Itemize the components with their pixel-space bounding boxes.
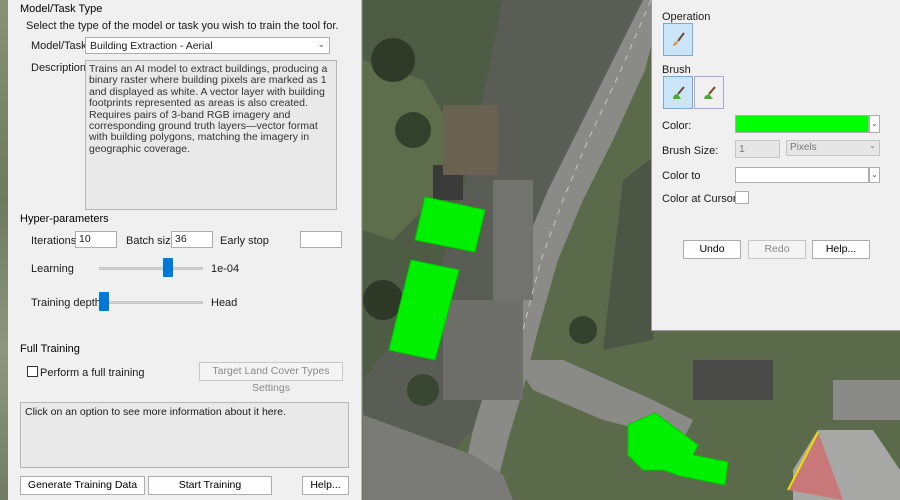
- description-label: Description:: [31, 62, 90, 74]
- model-task-value: Building Extraction - Aerial: [90, 40, 213, 52]
- undo-button[interactable]: Undo: [683, 240, 741, 259]
- color-dropdown[interactable]: ⌄: [869, 115, 880, 133]
- map-edge-strip: [0, 0, 8, 500]
- learning-slider-thumb[interactable]: [162, 258, 173, 277]
- full-training-label: Perform a full training: [40, 367, 145, 379]
- learning-value: 1e-04: [211, 263, 240, 275]
- info-box: Click on an option to see more informati…: [20, 402, 349, 468]
- right-help-button[interactable]: Help...: [812, 240, 870, 259]
- start-training-button[interactable]: Start Training: [148, 476, 272, 495]
- brush-unit-value: Pixels: [790, 142, 817, 153]
- learning-label: Learning: [31, 263, 74, 275]
- depth-slider-track[interactable]: [99, 301, 203, 304]
- color-to-field[interactable]: [735, 167, 869, 183]
- color-label: Color:: [662, 120, 692, 132]
- chevron-down-icon: ⌄: [317, 39, 325, 49]
- brush-label: Brush: [662, 64, 691, 76]
- training-depth-label: Training depth:: [31, 297, 104, 309]
- flat-brush-button[interactable]: [694, 76, 724, 109]
- early-stop-label: Early stop: [220, 235, 269, 247]
- color-swatch[interactable]: [735, 115, 869, 133]
- early-stop-input[interactable]: [300, 231, 342, 248]
- brush-tool-panel: Operation Brush Color: ⌄ Brush Size: 1 P…: [651, 0, 900, 331]
- operation-brush-button[interactable]: [663, 23, 693, 56]
- instruction-text: Select the type of the model or task you…: [26, 20, 339, 32]
- land-cover-settings-button[interactable]: Target Land Cover Types Settings: [199, 362, 343, 394]
- section-title-full: Full Training: [20, 343, 80, 355]
- brush-size-input[interactable]: 1: [735, 140, 780, 158]
- iterations-input[interactable]: 10: [75, 231, 117, 248]
- training-panel: Model/Task Type Select the type of the m…: [0, 0, 362, 500]
- learning-slider-track[interactable]: [99, 267, 203, 270]
- chevron-down-icon: ⌄: [871, 170, 878, 179]
- section-title-hyper: Hyper-parameters: [20, 213, 109, 225]
- full-training-checkbox[interactable]: [27, 366, 38, 377]
- chevron-down-icon: ⌄: [871, 119, 878, 128]
- batch-size-input[interactable]: 36: [171, 231, 213, 248]
- brush-unit-select[interactable]: Pixels ⌄: [786, 140, 880, 156]
- help-button[interactable]: Help...: [302, 476, 349, 495]
- chevron-down-icon: ⌄: [869, 141, 876, 150]
- flat-brush-icon: [704, 86, 716, 99]
- color-to-label: Color to: [662, 170, 701, 182]
- brush-size-label: Brush Size:: [662, 145, 719, 157]
- color-at-cursor-swatch: [735, 191, 749, 204]
- iterations-label: Iterations:: [31, 235, 80, 247]
- color-at-cursor-label: Color at Cursor:: [662, 193, 740, 205]
- color-to-dropdown[interactable]: ⌄: [869, 167, 880, 183]
- round-brush-button[interactable]: [663, 76, 693, 109]
- redo-button[interactable]: Redo: [748, 240, 806, 259]
- section-title-model: Model/Task Type: [20, 3, 103, 15]
- brush-icon: [673, 32, 685, 46]
- depth-slider-thumb[interactable]: [99, 292, 109, 311]
- operation-label: Operation: [662, 11, 711, 23]
- description-text: Trains an AI model to extract buildings,…: [85, 60, 337, 210]
- round-brush-icon: [673, 86, 685, 99]
- model-task-select[interactable]: Building Extraction - Aerial ⌄: [85, 37, 330, 54]
- model-task-label: Model/Task: [31, 40, 87, 52]
- generate-training-data-button[interactable]: Generate Training Data: [20, 476, 145, 495]
- depth-value: Head: [211, 297, 238, 309]
